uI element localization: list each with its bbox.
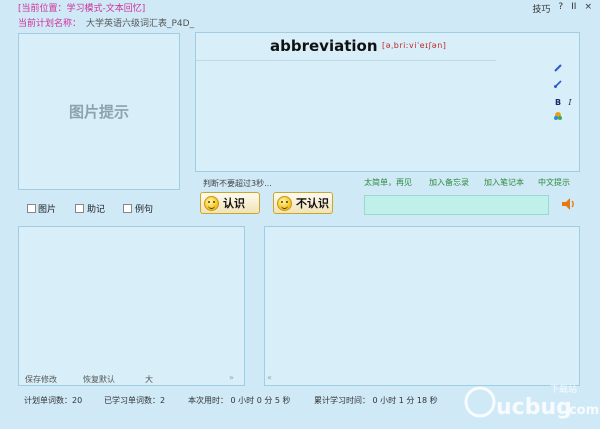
brush-icon[interactable] [553,79,563,89]
thinking-icon [277,195,292,211]
collapse-icon[interactable]: « [267,373,272,382]
image-hint-panel: 图片提示 [18,33,180,190]
total-study-time: 累计学习时间： 0 小时 1 分 18 秒 [314,396,438,405]
dont-know-button-label: 不认识 [296,197,329,210]
pen-icon[interactable] [553,63,563,73]
checkbox-example-label: 例句 [135,205,154,215]
chinese-hint-link[interactable]: 中文提示 [538,177,570,188]
pause-icon[interactable]: II [571,2,576,15]
watermark-suffix: .com [564,403,598,418]
palette-icon[interactable] [553,111,563,121]
watermark-logo: ucbug 下载站 .com [458,378,599,428]
too-easy-link[interactable]: 太简单，再见 [364,177,412,188]
window-menu: 技巧 ? II × [532,2,592,15]
image-hint-text: 图片提示 [68,103,129,121]
this-session-time: 本次用时： 0 小时 0 分 5 秒 [188,396,291,405]
restore-default-button[interactable]: 恢复默认 [83,374,115,385]
judge-hint: 判断不要超过3秒... [203,179,272,188]
answer-input[interactable] [364,195,549,215]
plan-name-label: 当前计划名称： [18,19,82,29]
divider [196,60,496,61]
notes-panel[interactable]: 保存修改 恢复默认 大 » [18,226,245,386]
save-changes-button[interactable]: 保存修改 [25,374,57,385]
watermark-sub: 下载站 [550,383,577,395]
help-icon[interactable]: ? [558,2,563,15]
checkbox-example[interactable] [123,204,132,213]
checkbox-image-label: 图片 [38,205,57,215]
bold-icon[interactable]: B [553,97,563,107]
smile-icon [204,195,219,211]
content-panel: « [264,226,580,386]
add-memo-link[interactable]: 加入备忘录 [429,177,469,188]
watermark-text: ucbug [496,395,572,420]
italic-icon[interactable]: I [565,97,575,107]
add-notebook-link[interactable]: 加入笔记本 [484,177,524,188]
plan-words-count: 计划单词数：20 [24,396,83,405]
close-icon[interactable]: × [584,2,592,15]
know-button[interactable]: 认识 [200,192,260,214]
location-breadcrumb: [当前位置：学习模式-文本回忆] [18,4,146,14]
font-size-button[interactable]: 大 [145,374,153,385]
learned-words-count: 已学习单词数：2 [104,396,166,405]
dont-know-button[interactable]: 不认识 [273,192,333,214]
plan-name-value: 大学英语六级词汇表_P4D_ [86,19,195,29]
checkbox-image[interactable] [27,204,36,213]
phonetic-text: [əˌbriːviˈeɪʃən] [382,41,447,50]
know-button-label: 认识 [223,197,245,210]
word-text: abbreviation [270,37,378,55]
speaker-icon[interactable] [560,196,576,212]
tips-menu[interactable]: 技巧 [532,2,550,15]
word-panel: abbreviation [əˌbriːviˈeɪʃən] B I [195,32,580,172]
expand-icon[interactable]: » [229,373,234,382]
checkbox-mnemonic[interactable] [75,204,84,213]
checkbox-mnemonic-label: 助记 [87,205,106,215]
